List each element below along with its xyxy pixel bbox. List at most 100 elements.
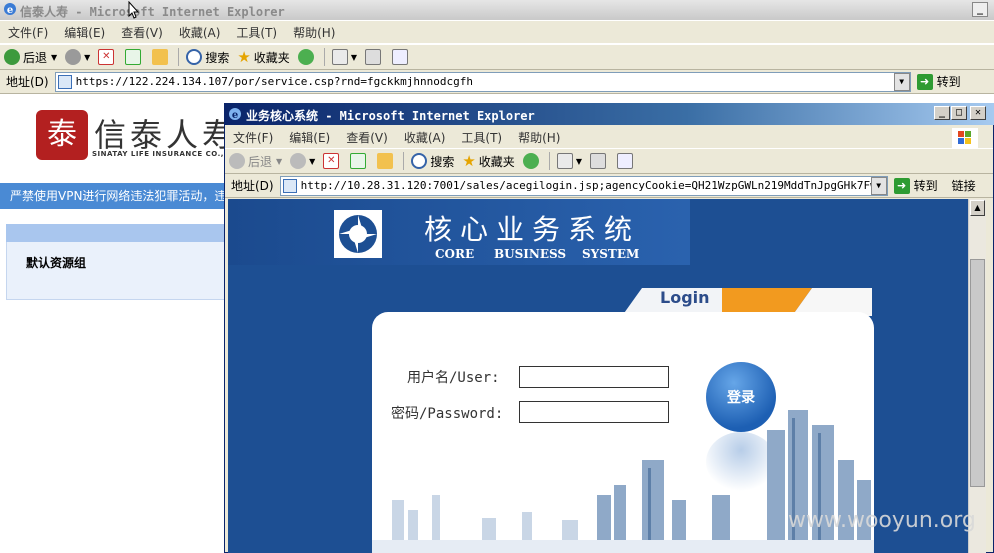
address-value[interactable]: http://10.28.31.120:7001/sales/acegilogi… bbox=[301, 179, 871, 192]
search-button[interactable]: 搜索 bbox=[182, 46, 233, 68]
system-name-cn: 核心业务系统 bbox=[424, 213, 641, 246]
menu-view[interactable]: 查看(V) bbox=[113, 24, 171, 41]
refresh-button[interactable] bbox=[346, 150, 373, 172]
favorites-button[interactable]: ★ 收藏夹 bbox=[458, 150, 518, 172]
chevron-down-icon[interactable]: ▼ bbox=[893, 72, 910, 91]
address-label: 地址(D) bbox=[6, 75, 49, 89]
search-button[interactable]: 搜索 bbox=[407, 150, 458, 172]
fg-window-titlebar[interactable]: e 业务核心系统 - Microsoft Internet Explorer _… bbox=[224, 103, 994, 125]
back-arrow-icon bbox=[4, 49, 20, 65]
chevron-down-icon[interactable]: ▼ bbox=[870, 176, 887, 195]
menu-favorites[interactable]: 收藏(A) bbox=[171, 24, 229, 41]
back-label: 后退 bbox=[23, 50, 48, 65]
home-button[interactable] bbox=[373, 150, 400, 172]
go-arrow-icon: ➜ bbox=[893, 177, 910, 194]
resource-panel-header bbox=[6, 224, 226, 242]
bg-toolbar: 后退 ▼ ▼ ✕ 搜索 ★ 收藏夹 ▼ bbox=[0, 44, 994, 70]
fg-menubar: 文件(F) 编辑(E) 查看(V) 收藏(A) 工具(T) 帮助(H) bbox=[225, 126, 993, 148]
edit-button[interactable] bbox=[613, 150, 640, 172]
resource-group-link[interactable]: 默认资源组 bbox=[26, 254, 86, 271]
star-icon: ★ bbox=[237, 48, 251, 66]
ie-icon: e bbox=[4, 3, 16, 16]
login-tab-label: Login bbox=[660, 288, 710, 307]
chevron-down-icon[interactable]: ▼ bbox=[276, 157, 282, 166]
ie-icon: e bbox=[229, 108, 241, 121]
mouse-cursor-icon bbox=[128, 1, 140, 19]
chevron-down-icon[interactable]: ▼ bbox=[309, 157, 315, 166]
bg-window-title: 信泰人寿 - Microsoft Internet Explorer bbox=[20, 5, 285, 19]
menu-help[interactable]: 帮助(H) bbox=[285, 24, 343, 41]
maximize-button[interactable]: □ bbox=[951, 106, 967, 120]
menu-file[interactable]: 文件(F) bbox=[225, 129, 281, 146]
fg-toolbar: 后退 ▼ ▼ ✕ 搜索 ★ 收藏夹 ▼ bbox=[225, 148, 993, 174]
home-icon bbox=[152, 49, 169, 65]
address-input[interactable]: https://122.224.134.107/por/service.csp?… bbox=[54, 71, 911, 92]
minimize-button[interactable]: _ bbox=[972, 2, 988, 17]
history-button[interactable] bbox=[519, 150, 546, 172]
go-arrow-icon: ➜ bbox=[916, 73, 933, 90]
vertical-scrollbar[interactable]: ▲ bbox=[968, 199, 986, 553]
home-button[interactable] bbox=[148, 46, 175, 68]
favorites-button[interactable]: ★ 收藏夹 bbox=[233, 46, 293, 68]
go-button[interactable]: ➜ 转到 bbox=[916, 73, 961, 90]
chevron-down-icon[interactable]: ▼ bbox=[51, 53, 57, 62]
scrollbar-thumb[interactable] bbox=[970, 259, 985, 487]
menu-favorites[interactable]: 收藏(A) bbox=[396, 129, 454, 146]
scroll-up-icon[interactable]: ▲ bbox=[970, 200, 985, 216]
links-button[interactable]: 链接 bbox=[952, 177, 976, 194]
go-button[interactable]: ➜ 转到 bbox=[893, 177, 938, 194]
fg-addressbar: 地址(D) http://10.28.31.120:7001/sales/ace… bbox=[225, 174, 993, 198]
page-icon bbox=[57, 74, 72, 89]
print-icon bbox=[589, 153, 606, 169]
menu-view[interactable]: 查看(V) bbox=[338, 129, 396, 146]
system-name-en-core: CORE bbox=[435, 247, 475, 261]
bg-window-titlebar[interactable]: e 信泰人寿 - Microsoft Internet Explorer _ bbox=[0, 0, 994, 20]
print-button[interactable] bbox=[586, 150, 613, 172]
menu-tools[interactable]: 工具(T) bbox=[453, 129, 510, 146]
back-button[interactable]: 后退 ▼ bbox=[0, 46, 61, 68]
menu-file[interactable]: 文件(F) bbox=[0, 24, 56, 41]
history-icon bbox=[522, 153, 539, 169]
refresh-button[interactable] bbox=[121, 46, 148, 68]
chevron-down-icon[interactable]: ▼ bbox=[84, 53, 90, 62]
forward-button[interactable]: ▼ bbox=[61, 46, 94, 68]
close-button[interactable]: ✕ bbox=[970, 106, 986, 120]
watermark-text: www.wooyun.org bbox=[788, 508, 976, 533]
go-label: 转到 bbox=[936, 75, 961, 89]
chevron-down-icon[interactable]: ▼ bbox=[351, 53, 357, 62]
forward-button[interactable]: ▼ bbox=[286, 150, 319, 172]
fg-window-title: 业务核心系统 - Microsoft Internet Explorer bbox=[246, 109, 535, 123]
mail-button[interactable]: ▼ bbox=[553, 150, 586, 172]
menu-edit[interactable]: 编辑(E) bbox=[56, 24, 113, 41]
mail-button[interactable]: ▼ bbox=[328, 46, 361, 68]
toolbar-divider bbox=[178, 48, 180, 66]
bg-addressbar: 地址(D) https://122.224.134.107/por/servic… bbox=[0, 70, 994, 94]
menu-help[interactable]: 帮助(H) bbox=[510, 129, 568, 146]
menu-tools[interactable]: 工具(T) bbox=[228, 24, 285, 41]
stop-button[interactable]: ✕ bbox=[319, 150, 346, 172]
system-name-en-system: SYSTEM bbox=[582, 247, 640, 261]
favorites-label: 收藏夹 bbox=[253, 50, 290, 65]
windows-logo-icon bbox=[952, 128, 978, 148]
address-input[interactable]: http://10.28.31.120:7001/sales/acegilogi… bbox=[279, 175, 888, 196]
company-logo-emblem: 泰 bbox=[36, 110, 88, 160]
minimize-button[interactable]: _ bbox=[934, 106, 950, 120]
username-input[interactable] bbox=[519, 366, 669, 388]
print-icon bbox=[364, 49, 381, 65]
menu-edit[interactable]: 编辑(E) bbox=[281, 129, 338, 146]
bg-menubar: 文件(F) 编辑(E) 查看(V) 收藏(A) 工具(T) 帮助(H) bbox=[0, 21, 994, 43]
toolbar-divider bbox=[403, 152, 405, 170]
history-button[interactable] bbox=[294, 46, 321, 68]
stop-button[interactable]: ✕ bbox=[94, 46, 121, 68]
search-icon bbox=[186, 49, 203, 65]
back-button[interactable]: 后退 ▼ bbox=[225, 150, 286, 172]
refresh-icon bbox=[125, 49, 142, 65]
system-logo-icon bbox=[334, 210, 382, 258]
print-button[interactable] bbox=[361, 46, 388, 68]
chevron-down-icon[interactable]: ▼ bbox=[576, 157, 582, 166]
favorites-label: 收藏夹 bbox=[478, 154, 515, 169]
stop-icon: ✕ bbox=[98, 49, 115, 65]
edit-button[interactable] bbox=[388, 46, 415, 68]
address-value[interactable]: https://122.224.134.107/por/service.csp?… bbox=[76, 75, 894, 88]
system-name-en-business: BUSINESS bbox=[494, 247, 567, 261]
